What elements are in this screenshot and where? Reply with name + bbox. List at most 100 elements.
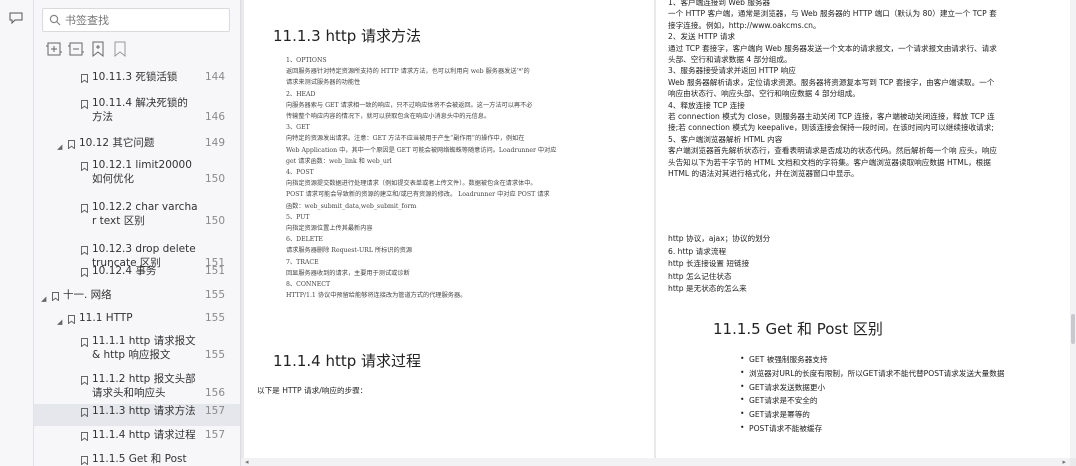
step-text-line: 2、发送 HTTP 请求 — [668, 32, 736, 42]
bookmark-item[interactable]: 11.1.1 http 请求报文 & http 响应报文 155 — [34, 334, 240, 374]
left-tool-rail — [0, 0, 34, 466]
bookmark-item[interactable]: 10.12.4 事务 151 — [34, 264, 240, 286]
bookmark-icon — [81, 455, 88, 466]
bookmark-label: 11.1.4 http 请求过程 — [92, 429, 196, 441]
method-text-line: HTTP/1.1 协议中预留给能够将连接改为管道方式的代理服务器。 — [286, 292, 467, 300]
method-text-line: 向指定资源位置上传其最新内容 — [286, 225, 373, 232]
bookmark-label: 如何优化 — [92, 173, 134, 185]
bookmark-page-number: 149 — [205, 137, 226, 149]
note-text-line: http 协议，ajax；协议的划分 — [668, 234, 771, 243]
bookmark-item[interactable]: 11.1.5 Get 和 Post — [34, 452, 240, 466]
bookmark-label: 11.1.1 http 请求报文 — [92, 335, 196, 347]
pdf-reader-window: 10.11.3 死锁活锁 144 10.11.4 解决死锁的方法 146 ◢ 10.12 … — [0, 0, 1076, 466]
expand-all-icon[interactable] — [46, 41, 62, 57]
bookmark-label: 11.1 HTTP — [79, 312, 133, 324]
horizontal-scrollbar[interactable]: ◂ ▸ — [241, 458, 1070, 466]
bookmark-page-number: 155 — [205, 349, 226, 361]
bookmark-icon — [81, 73, 88, 84]
bookmark-page-number: 157 — [205, 405, 226, 417]
bookmark-icon — [81, 161, 88, 172]
step-text-line: 接;若 connection 模式为 keepalive，则该连接会保持一段时间… — [668, 123, 994, 133]
step-text-line: 1、客户端连接到 Web 服务器 — [668, 0, 771, 7]
bookmark-label: 10.11.4 解决死锁的 — [92, 97, 188, 109]
bullet-item: GET请求发送数据更小 — [740, 382, 825, 393]
collapse-arrow-icon[interactable]: ◢ — [41, 292, 46, 306]
method-text-line: 1、OPTIONS — [286, 57, 327, 64]
bookmark-item[interactable]: 10.12.1 limit20000 如何优化 150 — [34, 158, 240, 196]
bookmark-search-input[interactable] — [65, 12, 225, 28]
vertical-scrollbar[interactable] — [1070, 0, 1076, 458]
bookmark-label: 11.1.2 http 报文头部 — [92, 373, 196, 385]
search-icon — [49, 14, 61, 26]
method-text-line: 请求服务器删除 Request-URL 所标识的资源 — [286, 247, 413, 255]
bookmark-item[interactable]: ◢ 10.12 其它问题 149 — [34, 136, 240, 160]
scroll-left-icon[interactable]: ◂ — [245, 458, 249, 466]
method-text-line: 3、GET — [286, 124, 310, 132]
note-text-line: http 长连接设置 短链接 — [668, 259, 750, 268]
bookmark-label: & http 响应报文 — [92, 349, 171, 361]
step-text-line: 头告知以下为若干字节的 HTML 文档和文档的字符集。客户端浏览器读取响应数据 … — [668, 157, 991, 167]
method-text-line: 向指定资源提交数据进行处理请求（例如提交表单或者上传文件）。数据被包含在请求体中… — [286, 180, 537, 188]
bookmark-icon — [81, 375, 88, 386]
bookmark-label: 10.11.3 死锁活锁 — [92, 71, 178, 83]
bookmark-page-number: 156 — [205, 387, 226, 399]
bookmark-search-box[interactable] — [42, 8, 230, 32]
bookmark-outline-icon[interactable] — [112, 41, 128, 57]
step-text-line: 头部、空行和请求数据 4 部分组成。 — [668, 55, 792, 64]
bookmark-item[interactable]: 10.11.4 解决死锁的 方法 146 — [34, 96, 240, 136]
step-text-line: 一个 HTTP 客户端，通常是浏览器，与 Web 服务器的 HTTP 端口（默认… — [668, 9, 997, 19]
method-text-line: 2、HEAD — [286, 90, 316, 98]
add-bookmark-icon[interactable] — [90, 41, 106, 57]
scroll-right-icon[interactable]: ▸ — [1062, 458, 1066, 466]
method-text-line: 向特定的资源发出请求。注意：GET 方法不应当被用于产生“副作用”的操作中，例如… — [286, 135, 525, 143]
bookmark-icon — [52, 291, 59, 302]
method-text-line: get 请求函数：web_link 和 web_url — [286, 157, 392, 165]
step-text-line: 响应由状态行、响应头部、空行和响应数据 4 部分组成。 — [668, 89, 860, 99]
bookmark-item[interactable]: 11.1.4 http 请求过程 157 — [34, 428, 240, 450]
method-text-line: POST 请求可能会导致新的资源的建立和/或已有资源的修改。 Loadrunne… — [286, 191, 550, 199]
step-text-line: 5、客户端浏览器解析 HTML 内容 — [668, 134, 783, 144]
pdf-page-right: 1、客户端连接到 Web 服务器一个 HTTP 客户端，通常是浏览器，与 Web… — [656, 0, 1070, 458]
section-heading-process: 11.1.4 http 请求过程 — [273, 352, 422, 370]
bookmark-label: r text 区别 — [92, 215, 145, 227]
bookmark-label: 11.1.5 Get 和 Post — [92, 453, 187, 465]
collapse-arrow-icon[interactable]: ◢ — [57, 315, 62, 329]
step-text-line: Web 服务器解析请求，定位请求资源。服务器将资源复本写到 TCP 套接字，由客… — [668, 77, 995, 87]
bookmark-item[interactable]: 10.11.3 死锁活锁 144 — [34, 70, 240, 96]
collapse-arrow-icon[interactable]: ◢ — [57, 140, 62, 154]
section-heading-methods: 11.1.3 http 请求方法 — [273, 27, 422, 45]
bookmark-icon — [68, 139, 75, 150]
collapse-all-icon[interactable] — [68, 41, 84, 57]
bookmark-label: 10.12.3 drop delete — [92, 243, 196, 255]
bookmark-item[interactable]: 10.12.2 char varcha r text 区别 150 — [34, 200, 240, 238]
bookmark-item[interactable]: ◢ 十一. 网络 155 — [34, 288, 240, 310]
bookmark-page-number: 155 — [205, 289, 226, 301]
bookmark-label: 请求头和响应头 — [92, 387, 166, 399]
bookmark-item[interactable]: 11.1.3 http 请求方法 157 — [34, 404, 240, 426]
vertical-scroll-thumb[interactable] — [1071, 314, 1075, 344]
step-text-line: 客户端浏览器首先解析状态行，查看表明请求是否成功的状态代码。然后解析每一个响 应… — [668, 146, 997, 156]
method-text-line: 函数：web_submit_data,web_submit_form — [286, 202, 417, 210]
bookmark-page-number: 150 — [205, 215, 226, 227]
bookmark-label: 10.12.1 limit20000 — [92, 159, 192, 171]
bookmark-label: 10.12 其它问题 — [79, 137, 155, 149]
step-text-line: 4、释放连接 TCP 连接 — [668, 100, 745, 110]
bookmark-panel: 10.11.3 死锁活锁 144 10.11.4 解决死锁的方法 146 ◢ 10.12 … — [34, 0, 241, 466]
bookmark-icon — [81, 99, 88, 110]
bookmark-label: 方法 — [92, 111, 113, 123]
method-text-line: 6、DELETE — [286, 236, 323, 244]
step-text-line: 接字连接。例如，http://www.oakcms.cn。 — [668, 20, 821, 30]
step-text-line: HTML 的语法对其进行格式化，并在浏览器窗口中显示。 — [668, 169, 859, 178]
bookmark-label: 十一. 网络 — [63, 289, 112, 301]
note-text-line: 6. http 请求流程 — [668, 246, 727, 256]
bullet-item: GET 被强制服务器支持 — [740, 354, 828, 365]
comment-icon[interactable] — [9, 12, 23, 24]
method-text-line: 7、TRACE — [286, 258, 319, 266]
method-text-line: 回显服务器收到的请求，主要用于测试或诊断 — [286, 269, 410, 277]
bullet-item: GET请求是不安全的 — [740, 395, 818, 406]
bookmark-icon — [68, 314, 75, 325]
pdf-page-left: 11.1.3 http 请求方法 1、OPTIONS 返回服务器针对特定资源所支持… — [244, 0, 654, 458]
bookmark-icon — [81, 431, 88, 442]
bookmark-item[interactable]: ◢ 11.1 HTTP 155 — [34, 311, 240, 333]
step-text-line: 若 connection 模式为 close，则服务器主动关闭 TCP 连接，客… — [668, 112, 995, 121]
